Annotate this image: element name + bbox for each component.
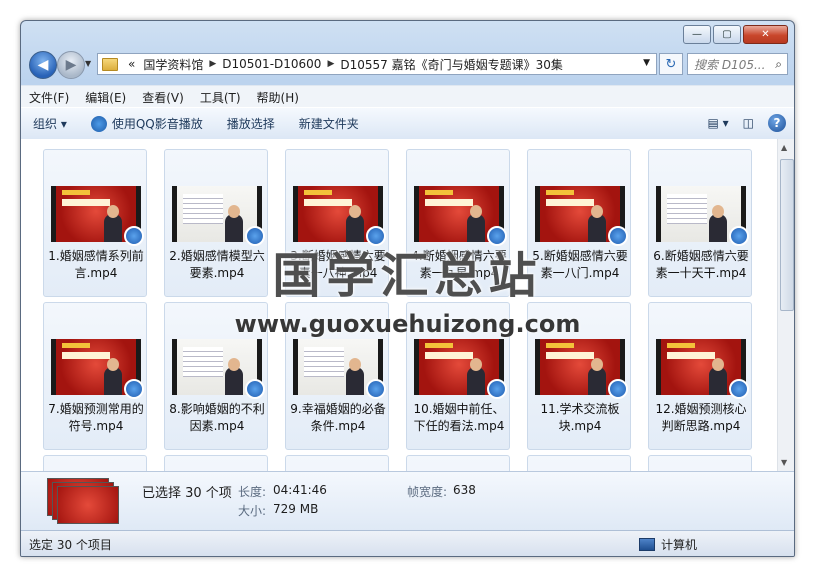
file-name: 7.婚姻预测常用的符号.mp4 [48,402,144,433]
selected-count: 已选择 30 个项 [142,486,232,501]
search-icon[interactable]: ⌕ [775,57,782,72]
menu-tools[interactable]: 工具(T) [192,89,249,106]
size-label: 大小: [238,504,267,518]
file-item[interactable] [43,455,147,471]
refresh-button[interactable]: ↻ [659,53,683,75]
status-location: 计算机 [661,537,698,552]
refresh-icon: ↻ [665,56,677,72]
file-item[interactable] [285,455,389,471]
vertical-scrollbar[interactable]: ▲ ▼ [777,139,794,471]
qq-player-icon [608,226,628,246]
size-value: 729 MB [273,502,319,516]
file-item[interactable]: 11.学术交流板块.mp4 [527,302,631,450]
scrollbar-thumb[interactable] [780,159,794,311]
breadcrumb-item[interactable]: 国学资料馆 [143,56,203,73]
file-item[interactable]: 8.影响婚姻的不利因素.mp4 [164,302,268,450]
qq-player-icon [366,226,386,246]
selection-thumbnail [47,478,119,524]
new-folder-button[interactable]: 新建文件夹 [287,115,371,132]
file-item[interactable]: 2.婚姻感情模型六要素.mp4 [164,149,268,297]
breadcrumb-separator-icon[interactable]: ▶ [209,59,216,69]
close-button[interactable]: ✕ [743,25,788,44]
play-with-qq-label: 使用QQ影音播放 [111,117,203,131]
address-bar[interactable]: « 国学资料馆 ▶ D10501-D10600 ▶ D10557 嘉铭《奇门与婚… [97,53,657,75]
qq-player-icon [90,115,107,132]
file-name: 5.断婚姻感情六要素一八门.mp4 [532,249,628,280]
search-placeholder: 搜索 D105... [694,57,766,72]
explorer-window: — ▢ ✕ ◀ ▶ ▼ « 国学资料馆 ▶ D10501-D10600 ▶ D1… [20,20,795,557]
qq-player-icon [124,226,144,246]
file-name: 8.影响婚姻的不利因素.mp4 [169,402,265,433]
qq-player-icon [124,379,144,399]
file-item[interactable]: 3.断婚姻感情六要素一八神.mp4 [285,149,389,297]
file-item[interactable]: 7.婚姻预测常用的符号.mp4 [43,302,147,450]
file-item[interactable]: 9.幸福婚姻的必备条件.mp4 [285,302,389,450]
status-bar: 选定 30 个项目 计算机 [21,530,794,556]
menu-file[interactable]: 文件(F) [21,89,77,106]
menu-bar: 文件(F) 编辑(E) 查看(V) 工具(T) 帮助(H) [21,85,794,108]
qq-player-icon [487,379,507,399]
help-icon[interactable]: ? [768,114,786,132]
file-name: 6.断婚姻感情六要素一十天干.mp4 [653,249,749,280]
address-dropdown-icon[interactable]: ▼ [643,58,650,68]
scroll-up-icon[interactable]: ▲ [781,143,787,152]
maximize-button[interactable]: ▢ [713,25,741,44]
navigation-bar: ◀ ▶ ▼ « 国学资料馆 ▶ D10501-D10600 ▶ D10557 嘉… [27,49,788,79]
file-item[interactable]: 5.断婚姻感情六要素一八门.mp4 [527,149,631,297]
menu-view[interactable]: 查看(V) [134,89,192,106]
play-with-qq-button[interactable]: 使用QQ影音播放 [79,115,215,132]
file-item[interactable]: 10.婚姻中前任、下任的看法.mp4 [406,302,510,450]
command-bar: 组织 ▾ 使用QQ影音播放 播放选择 新建文件夹 ▤ ▾ ◫ ? [21,107,794,140]
file-item[interactable] [406,455,510,471]
file-item[interactable]: 6.断婚姻感情六要素一十天干.mp4 [648,149,752,297]
file-name: 4.断婚姻感情六要素一九星.mp4 [411,249,507,280]
caption-buttons: — ▢ ✕ [683,25,788,44]
qq-player-icon [245,226,265,246]
file-list: 1.婚姻感情系列前言.mp4 2.婚姻感情模型六要素.mp4 3.断婚姻感情六要素一… [21,139,777,471]
file-name: 12.婚姻预测核心判断思路.mp4 [655,402,747,433]
preview-pane-icon[interactable]: ◫ [743,116,754,130]
breadcrumb-item[interactable]: D10557 嘉铭《奇门与婚姻专题课》30集 [340,56,563,73]
breadcrumb-separator-icon[interactable]: ▶ [327,59,334,69]
qq-player-icon [245,379,265,399]
length-value: 04:41:46 [273,483,327,497]
view-options-icon[interactable]: ▤ ▾ [707,116,728,130]
file-item[interactable] [527,455,631,471]
computer-icon [639,537,655,551]
qq-player-icon [366,379,386,399]
folder-icon [102,57,118,71]
status-text: 选定 30 个项目 [29,537,112,552]
file-item[interactable] [648,455,752,471]
file-name: 9.幸福婚姻的必备条件.mp4 [290,402,386,433]
qq-player-icon [487,226,507,246]
menu-edit[interactable]: 编辑(E) [77,89,134,106]
search-input[interactable]: 搜索 D105... ⌕ [687,53,788,75]
file-name: 3.断婚姻感情六要素一八神.mp4 [290,249,386,280]
file-name: 10.婚姻中前任、下任的看法.mp4 [413,402,505,433]
breadcrumb-overflow[interactable]: « [128,57,135,71]
frame-width-label: 帧宽度: [407,485,448,499]
file-item[interactable]: 12.婚姻预测核心判断思路.mp4 [648,302,752,450]
qq-player-icon [608,379,628,399]
recent-pages-dropdown-icon[interactable]: ▼ [85,59,91,68]
qq-player-icon [729,379,749,399]
file-item[interactable]: 4.断婚姻感情六要素一九星.mp4 [406,149,510,297]
organize-button[interactable]: 组织 ▾ [21,115,79,132]
forward-button[interactable]: ▶ [57,51,85,79]
file-name: 11.学术交流板块.mp4 [540,402,620,433]
breadcrumb-item[interactable]: D10501-D10600 [222,57,321,71]
menu-help[interactable]: 帮助(H) [249,89,307,106]
length-label: 长度: [238,485,267,499]
play-selection-button[interactable]: 播放选择 [215,115,287,132]
scroll-down-icon[interactable]: ▼ [781,458,787,467]
details-pane: 已选择 30 个项 长度: 04:41:46 大小: 729 MB 帧宽度: 6… [21,471,794,530]
file-item[interactable]: 1.婚姻感情系列前言.mp4 [43,149,147,297]
minimize-button[interactable]: — [683,25,711,44]
file-name: 1.婚姻感情系列前言.mp4 [48,249,144,280]
file-item[interactable] [164,455,268,471]
qq-player-icon [729,226,749,246]
frame-width-value: 638 [453,483,476,497]
file-name: 2.婚姻感情模型六要素.mp4 [169,249,265,280]
back-button[interactable]: ◀ [29,51,57,79]
